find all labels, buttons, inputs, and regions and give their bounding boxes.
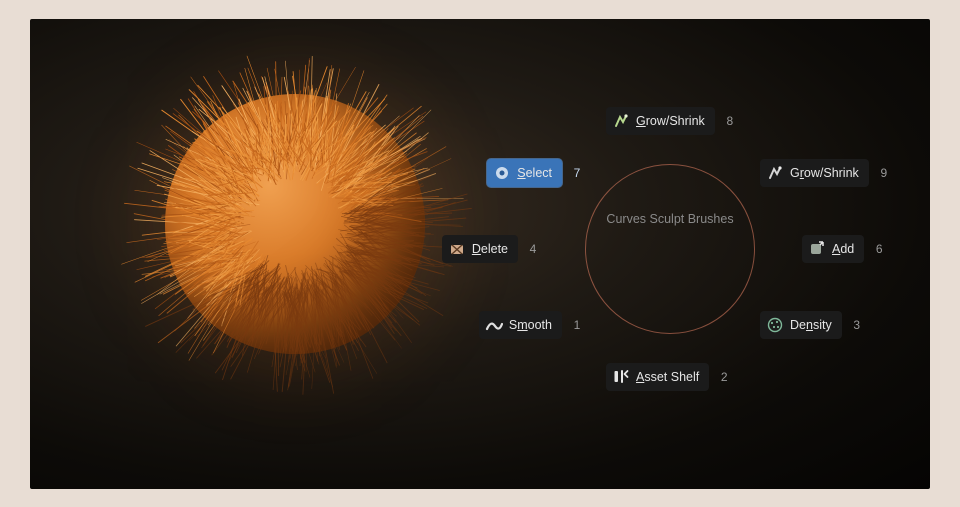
density-brush-icon [766, 316, 784, 334]
hair-curves-object [80, 19, 510, 439]
brush-label: Smooth [509, 318, 552, 332]
pie-menu-ring [585, 164, 755, 334]
delete-brush-icon [448, 240, 466, 258]
grow-shrink-brush-icon [766, 164, 784, 182]
brush-grow-shrink-9[interactable]: Grow/Shrink 9 [760, 159, 889, 187]
shortcut-key: 1 [572, 318, 582, 332]
brush-label: Asset Shelf [636, 370, 699, 384]
shortcut-key: 2 [719, 370, 729, 384]
shortcut-key: 7 [572, 166, 582, 180]
grow-shrink-brush-icon [612, 112, 630, 130]
asset-shelf-button[interactable]: Asset Shelf 2 [606, 363, 729, 391]
asset-shelf-icon [612, 368, 630, 386]
brush-label: Delete [472, 242, 508, 256]
shortcut-key: 9 [879, 166, 889, 180]
brush-label: Grow/Shrink [636, 114, 705, 128]
brush-label: Add [832, 242, 854, 256]
smooth-brush-icon [485, 316, 503, 334]
brush-select[interactable]: Select 7 [487, 159, 582, 187]
shortcut-key: 4 [528, 242, 538, 256]
brush-grow-shrink-8[interactable]: Grow/Shrink 8 [606, 107, 735, 135]
brush-smooth[interactable]: Smooth 1 [479, 311, 582, 339]
brush-add[interactable]: Add 6 [802, 235, 884, 263]
shortcut-key: 6 [874, 242, 884, 256]
brush-density[interactable]: Density 3 [760, 311, 862, 339]
shortcut-key: 3 [852, 318, 862, 332]
brush-label: Select [517, 166, 552, 180]
3d-viewport[interactable]: Curves Sculpt Brushes Select 7 Delete 4 … [30, 19, 930, 489]
brush-delete[interactable]: Delete 4 [442, 235, 538, 263]
shortcut-key: 8 [725, 114, 735, 128]
brush-label: Density [790, 318, 832, 332]
pie-menu-title: Curves Sculpt Brushes [606, 212, 733, 226]
brush-label: Grow/Shrink [790, 166, 859, 180]
select-brush-icon [493, 164, 511, 182]
add-brush-icon [808, 240, 826, 258]
